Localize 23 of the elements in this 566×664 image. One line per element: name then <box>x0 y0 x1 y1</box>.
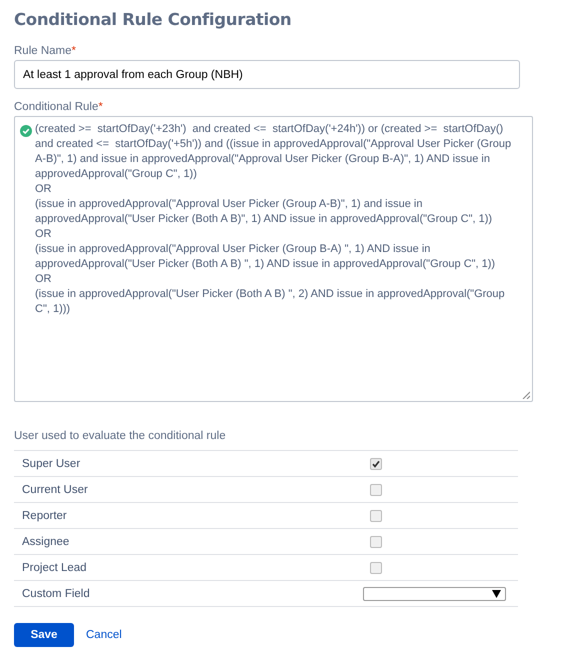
row-label: Super User <box>21 458 82 470</box>
row-label: Assignee <box>21 536 70 548</box>
row-label: Custom Field <box>21 588 91 600</box>
checkbox[interactable] <box>370 510 382 522</box>
page-title: Conditional Rule Configuration <box>14 10 292 29</box>
checkbox[interactable] <box>370 458 382 470</box>
save-button[interactable]: Save <box>14 623 74 647</box>
checkbox[interactable] <box>370 562 382 574</box>
rule-textarea[interactable] <box>14 116 533 402</box>
checkbox[interactable] <box>370 484 382 496</box>
field-label: Conditional Rule* <box>14 101 104 113</box>
row-label: Project Lead <box>21 562 88 574</box>
custom-field-select[interactable] <box>363 586 506 600</box>
checkbox[interactable] <box>370 536 382 548</box>
rule-name-input[interactable]: At least 1 approval from each Group (NBH) <box>14 60 520 89</box>
field-label: Rule Name* <box>14 45 78 57</box>
row-label: Reporter <box>21 510 68 522</box>
rule-text: (created >= startOfDay('+23h') and created <= startOfDay('+24h')) or (created >= startOfDay() and created <= startOfDay('+5h')) and ((issue in approvedApproval("Approval User Picker (Group A-B)", 1) and issue in approvedApproval("Approval User Picker (Group B-A)", 1) AND issue in approvedApproval("Group C", 1)) OR (issue in approvedApproval("Approval User Picker (Group A-B)", 1) and issue in approvedApproval("User Picker (Both A B)", 1) AND issue in approvedApproval("Group C", 1)) OR (issue in approvedApproval("Approval User Picker (Group B-A) ", 1) AND issue in approvedApproval("User Picker (Both A B) ", 1) AND issue in approvedApproval("Group C", 1)) OR (issue in approvedApproval("User Picker (Both A B) ", 2) AND issue in approvedApproval("Group C", 1))) <box>35 122 512 317</box>
cancel-link[interactable]: Cancel <box>86 629 122 641</box>
row-label: Current User <box>21 484 89 496</box>
section-label: User used to evaluate the conditional rule <box>14 430 226 442</box>
resize-grip-icon <box>522 391 530 399</box>
caret-icon <box>492 590 501 598</box>
